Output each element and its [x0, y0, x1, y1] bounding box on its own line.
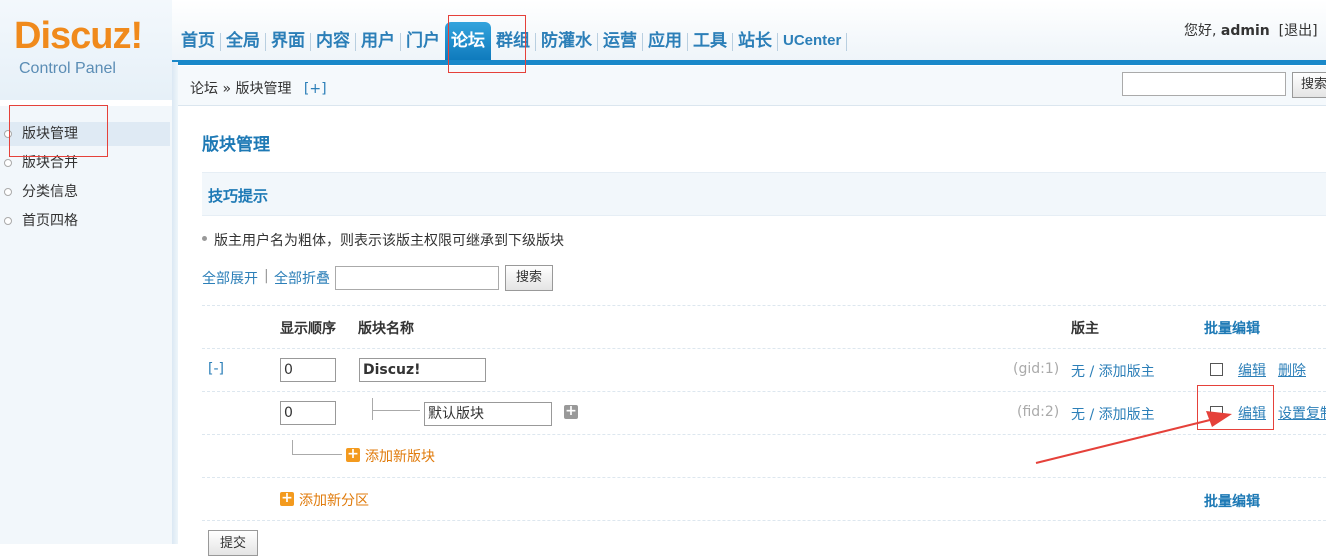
- logo: Discuz!: [14, 15, 143, 57]
- order-input[interactable]: 0: [280, 401, 336, 425]
- batch-edit-footer-link[interactable]: 批量编辑: [1204, 491, 1260, 511]
- logo-area: Discuz! Control Panel: [0, 0, 172, 100]
- tree-line: [292, 454, 342, 455]
- sidebar-item-label: 版块管理: [22, 126, 78, 142]
- nav-portal[interactable]: 门户: [401, 22, 445, 62]
- main-nav: 首页 全局 界面 内容 用户 门户 论坛 群组 防灌水 运营 应用 工具 站长 …: [176, 22, 848, 62]
- bullet-icon: [202, 236, 207, 241]
- nav-underline: [172, 60, 1326, 65]
- top-search-input[interactable]: [1122, 72, 1286, 96]
- main-content: 版块管理 技巧提示 版主用户名为粗体，则表示该版主权限可继承到下级版块 全部展开…: [178, 106, 1326, 556]
- top-search-button[interactable]: 搜索: [1292, 72, 1326, 98]
- tree-line: [372, 398, 373, 420]
- category-id: (gid:1): [1013, 361, 1060, 377]
- add-forum-link[interactable]: 添加新版块: [365, 446, 435, 466]
- nav-home[interactable]: 首页: [176, 22, 220, 62]
- bullet-icon: [4, 217, 12, 225]
- batch-checkbox[interactable]: [1210, 363, 1223, 376]
- nav-ucenter[interactable]: UCenter: [778, 22, 846, 62]
- sidebar-item-label: 分类信息: [22, 184, 78, 200]
- separator: |: [264, 268, 269, 284]
- sidebar-item-label: 版块合并: [22, 155, 78, 171]
- sidebar-item-forum-merge[interactable]: 版块合并: [0, 151, 170, 175]
- username: admin: [1220, 23, 1270, 39]
- submit-button[interactable]: 提交: [208, 530, 258, 556]
- breadcrumb: 论坛 » 版块管理 [+]: [190, 78, 327, 98]
- forum-name-input[interactable]: Discuz!: [359, 358, 486, 382]
- add-icon: +: [346, 446, 360, 462]
- bullet-icon: [4, 188, 12, 196]
- sidebar-item-home-grid[interactable]: 首页四格: [0, 209, 170, 233]
- logout-link[interactable]: [退出]: [1279, 23, 1318, 39]
- nav-content[interactable]: 内容: [311, 22, 355, 62]
- forum-id: (fid:2): [1017, 404, 1060, 420]
- delete-link[interactable]: 删除: [1278, 360, 1306, 380]
- forum-name-input[interactable]: 默认版块: [424, 402, 552, 426]
- tip-text: 版主用户名为粗体，则表示该版主权限可继承到下级版块: [214, 233, 564, 249]
- nav-operations[interactable]: 运营: [598, 22, 642, 62]
- nav-admin[interactable]: 站长: [733, 22, 777, 62]
- nav-groups[interactable]: 群组: [491, 22, 535, 62]
- bullet-icon: [4, 159, 12, 167]
- copy-settings-link[interactable]: 设置复制: [1278, 403, 1326, 423]
- breadcrumb-bar: 论坛 » 版块管理 [+] 搜索: [178, 66, 1326, 106]
- add-category-link[interactable]: 添加新分区: [299, 490, 369, 510]
- nav-forum[interactable]: 论坛: [445, 22, 491, 62]
- edit-link[interactable]: 编辑: [1238, 360, 1266, 380]
- sidebar-item-forum-manage[interactable]: 版块管理: [0, 122, 170, 146]
- tree-line: [372, 410, 420, 411]
- sidebar-item-label: 首页四格: [22, 213, 78, 229]
- user-info: 您好, admin [退出]: [1184, 20, 1318, 40]
- nav-anti-spam[interactable]: 防灌水: [536, 22, 597, 62]
- collapse-toggle[interactable]: [-]: [208, 361, 224, 377]
- expand-all-link[interactable]: 全部展开: [202, 268, 258, 288]
- collapse-all-link[interactable]: 全部折叠: [274, 268, 330, 288]
- logo-subtitle: Control Panel: [19, 60, 116, 77]
- batch-checkbox[interactable]: [1210, 406, 1223, 419]
- nav-users[interactable]: 用户: [356, 22, 400, 62]
- sidebar-item-thread-types[interactable]: 分类信息: [0, 180, 170, 204]
- forum-search-button[interactable]: 搜索: [505, 265, 553, 291]
- column-order: 显示顺序: [280, 321, 336, 337]
- forum-search-input[interactable]: [335, 266, 499, 290]
- moderators-link[interactable]: 无 / 添加版主: [1071, 404, 1155, 424]
- greeting: 您好,: [1184, 23, 1217, 39]
- sidebar: 版块管理 版块合并 分类信息 首页四格: [0, 106, 172, 544]
- breadcrumb-text: 论坛 » 版块管理: [190, 81, 292, 97]
- page-title: 版块管理: [202, 135, 270, 155]
- tips-title: 技巧提示: [208, 187, 269, 205]
- nav-apps[interactable]: 应用: [643, 22, 687, 62]
- order-input[interactable]: 0: [280, 358, 336, 382]
- add-shortcut-button[interactable]: [+]: [304, 81, 327, 97]
- column-moderator: 版主: [1071, 321, 1099, 337]
- nav-tools[interactable]: 工具: [688, 22, 732, 62]
- moderators-link[interactable]: 无 / 添加版主: [1071, 361, 1155, 381]
- column-name: 版块名称: [358, 321, 414, 337]
- add-icon: +: [280, 490, 294, 506]
- tips-header: 技巧提示: [202, 172, 1326, 216]
- bullet-icon: [4, 130, 12, 138]
- nav-global[interactable]: 全局: [221, 22, 265, 62]
- edit-link[interactable]: 编辑: [1238, 403, 1266, 423]
- nav-interface[interactable]: 界面: [266, 22, 310, 62]
- tree-line: [292, 440, 293, 454]
- add-subforum-icon[interactable]: +: [564, 404, 578, 419]
- batch-edit-header-link[interactable]: 批量编辑: [1204, 318, 1260, 338]
